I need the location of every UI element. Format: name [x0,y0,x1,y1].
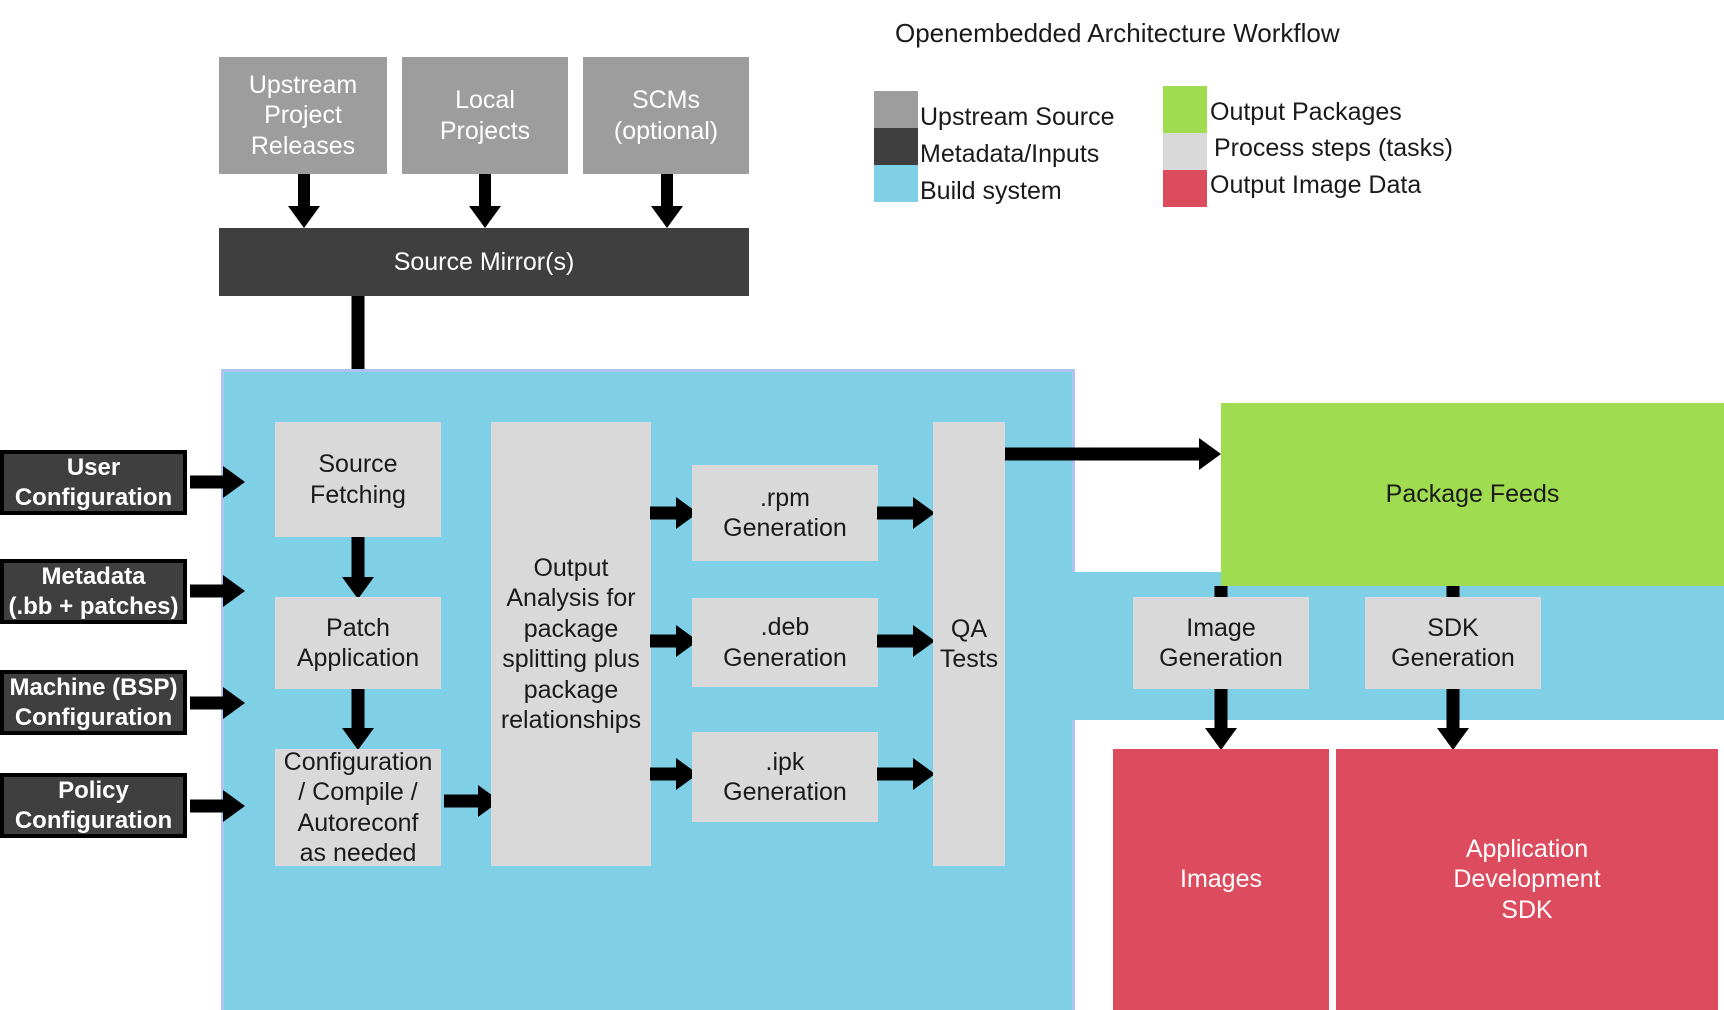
arrow-policy-config-to-build [190,789,245,823]
arrow-analysis-to-rpm [650,496,698,530]
source-box-local-projects: Local Projects [402,57,568,174]
arrow-deb-to-qa [877,624,935,658]
legend-swatch-upstream-source [874,91,918,128]
output-box-application-development-sdk: Application Development SDK [1336,749,1718,1010]
diagram-canvas: Openembedded Architecture Workflow Upstr… [0,0,1724,1010]
legend-label-output-image-data: Output Image Data [1210,171,1422,199]
input-box-user-configuration: User Configuration [0,450,187,515]
task-box-image-generation: Image Generation [1133,597,1309,689]
source-mirror-box: Source Mirror(s) [219,228,749,296]
task-box-rpm-generation: .rpm Generation [692,465,878,561]
arrow-ipk-to-qa [877,757,935,791]
task-box-qa-tests: QA Tests [933,422,1005,866]
source-box-upstream-project-releases: Upstream Project Releases [219,57,387,174]
legend-swatch-build-system [874,165,918,202]
arrow-scms-to-mirror [651,174,683,228]
arrow-user-config-to-build [190,465,245,499]
legend-label-process-steps: Process steps (tasks) [1214,134,1453,162]
task-box-deb-generation: .deb Generation [692,598,878,687]
legend-swatch-output-image-data [1163,170,1207,207]
task-box-sdk-generation: SDK Generation [1365,597,1541,689]
arrow-patch-to-configuration [341,689,375,750]
input-box-policy-configuration: Policy Configuration [0,773,187,838]
task-box-output-analysis: Output Analysis for package splitting pl… [491,422,651,866]
arrow-analysis-to-ipk [650,757,698,791]
legend-swatch-process-steps [1163,133,1207,170]
task-box-patch-application: Patch Application [275,597,441,689]
input-box-machine-bsp-configuration: Machine (BSP) Configuration [0,670,187,735]
build-system-connector [1066,572,1076,720]
arrow-image-generation-to-images [1204,689,1238,750]
arrow-analysis-to-deb [650,624,698,658]
page-title: Openembedded Architecture Workflow [895,18,1340,48]
legend-label-build-system: Build system [920,177,1062,205]
task-box-ipk-generation: .ipk Generation [692,732,878,822]
arrow-sdk-generation-to-app-sdk [1436,689,1470,750]
legend-swatch-metadata-inputs [874,128,918,165]
arrow-metadata-to-build [190,574,245,608]
arrow-machine-config-to-build [190,686,245,720]
source-box-scms: SCMs (optional) [583,57,749,174]
arrow-source-fetching-to-patch [341,537,375,599]
arrow-upstream-to-mirror [288,174,320,228]
arrow-local-to-mirror [469,174,501,228]
legend-label-output-packages: Output Packages [1210,98,1402,126]
arrow-qa-to-package-feeds [1005,437,1221,471]
task-box-source-fetching: Source Fetching [275,422,441,537]
input-box-metadata: Metadata (.bb + patches) [0,559,187,624]
output-box-images: Images [1113,749,1329,1010]
legend-label-metadata-inputs: Metadata/Inputs [920,140,1100,168]
legend-label-upstream-source: Upstream Source [920,103,1115,131]
output-box-package-feeds: Package Feeds [1221,403,1724,586]
task-box-configuration-compile-autoreconf: Configuration / Compile / Autoreconf as … [275,748,441,867]
legend-swatch-output-packages [1163,86,1207,133]
arrow-rpm-to-qa [877,496,935,530]
